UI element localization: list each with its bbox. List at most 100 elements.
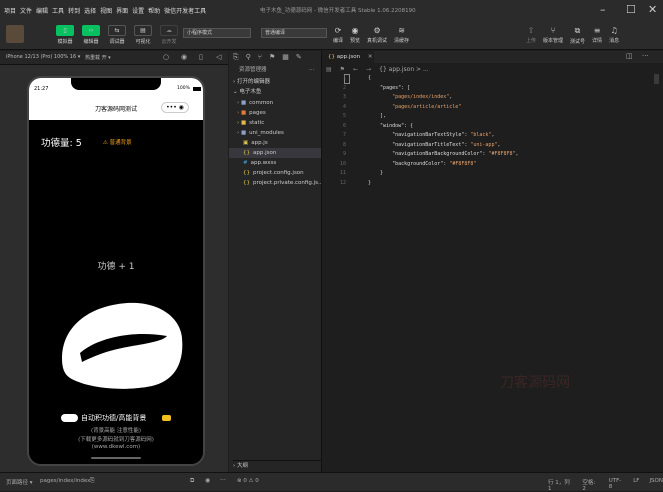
remote-debug-button[interactable]: ⚙ 真机调试 bbox=[367, 26, 387, 44]
editor-toggle[interactable]: ‹› 编辑器 bbox=[82, 25, 100, 45]
file-icon: {} bbox=[243, 150, 250, 156]
scrollbar[interactable] bbox=[654, 74, 659, 84]
visual-toggle[interactable]: ▤ 可视化 bbox=[134, 25, 152, 45]
upload-button[interactable]: ⇧ 上传 bbox=[526, 26, 536, 45]
debug-icon[interactable]: ⚑ bbox=[269, 53, 275, 61]
back-icon[interactable]: ← bbox=[353, 66, 358, 73]
tree-item-label: app.json bbox=[253, 150, 277, 156]
extensions-icon[interactable]: ▦ bbox=[282, 53, 289, 61]
status-item[interactable]: 行 1，列 1 bbox=[548, 478, 572, 492]
status-item[interactable]: JSON bbox=[649, 478, 663, 492]
page-path: pages/index/index bbox=[40, 478, 91, 484]
maximize-icon[interactable]: ☐ bbox=[626, 3, 636, 16]
tree-item[interactable]: › ■ uni_modules bbox=[229, 128, 321, 138]
minimize-icon[interactable]: – bbox=[600, 3, 606, 16]
menu-item[interactable]: 设置 bbox=[132, 6, 144, 15]
menu-item[interactable]: 选择 bbox=[84, 6, 96, 15]
tree-item[interactable]: {} project.config.json bbox=[229, 168, 321, 178]
version-button[interactable]: ⑂ 版本管理 bbox=[543, 26, 563, 45]
section-outline[interactable]: › 大纲 bbox=[233, 460, 321, 470]
wooden-fish-icon[interactable] bbox=[52, 298, 188, 390]
split-editor-icon[interactable]: ◫ bbox=[626, 52, 633, 60]
menu-item[interactable]: 文件 bbox=[20, 6, 32, 15]
search-icon[interactable]: ⚲ bbox=[246, 53, 251, 61]
line-number: 2 bbox=[342, 84, 346, 91]
code-line: 5 ], bbox=[322, 112, 663, 122]
menu-item[interactable]: 帮助 bbox=[148, 6, 160, 15]
files-icon[interactable]: ⎘ bbox=[233, 53, 239, 61]
code-view[interactable]: 1{2 "pages": [3 "pages/index/index", 4 "p… bbox=[322, 74, 663, 188]
compile-button[interactable]: ⟳ 编译 bbox=[333, 26, 343, 44]
layers-icon: ≋ bbox=[398, 26, 405, 35]
details-button[interactable]: ≡ 详情 bbox=[592, 26, 602, 45]
record-icon[interactable]: ◉ bbox=[181, 53, 187, 61]
page-path-label[interactable]: 页面路径 ▾ bbox=[6, 478, 33, 486]
tree-item[interactable]: # app.wxss bbox=[229, 158, 321, 168]
simulator-toggle[interactable]: ▯ 模拟器 bbox=[56, 25, 74, 45]
tab-close-icon[interactable]: ✕ bbox=[368, 54, 373, 60]
problems-count[interactable]: ⊗ 0 ⚠ 0 bbox=[237, 478, 259, 484]
tree-item-label: static bbox=[249, 120, 265, 126]
close-icon[interactable]: ✕ bbox=[648, 3, 657, 16]
menu-item[interactable]: 转到 bbox=[68, 6, 80, 15]
tab-app-json[interactable]: {} app.json ✕ bbox=[322, 51, 374, 63]
tree-item[interactable]: › ■ pages bbox=[229, 108, 321, 118]
auto-merit-toggle[interactable] bbox=[61, 414, 78, 422]
more-icon[interactable]: ··· bbox=[309, 65, 314, 75]
rotate-icon[interactable]: ○ bbox=[163, 53, 169, 61]
source-control-icon[interactable]: ⑂ bbox=[258, 53, 262, 61]
line-text: "navigationBarTextStyle": "black", bbox=[392, 132, 495, 138]
mode-select[interactable]: 小程序模式 bbox=[183, 28, 251, 38]
line-number: 7 bbox=[342, 132, 346, 138]
breadcrumb[interactable]: {} app.json > ... bbox=[379, 66, 429, 73]
cloud-toggle[interactable]: ☁ 云开发 bbox=[160, 25, 178, 45]
menu-item[interactable]: 工具 bbox=[52, 6, 64, 15]
avatar[interactable] bbox=[6, 25, 24, 43]
tree-item[interactable]: {} project.private.config.js... bbox=[229, 178, 324, 188]
menu-item[interactable]: 视图 bbox=[100, 6, 112, 15]
forward-icon[interactable]: → bbox=[366, 66, 371, 73]
device-select[interactable]: iPhone 12/13 (Pro) 100% 16 ▾ bbox=[6, 54, 80, 60]
debugger-toggle[interactable]: ⇆ 调试器 bbox=[108, 25, 126, 45]
clear-cache-button[interactable]: ≋ 清缓存 bbox=[394, 26, 409, 44]
menu-item[interactable]: 编辑 bbox=[36, 6, 48, 15]
hotreload-select[interactable]: 热重载 开 ▾ bbox=[85, 54, 111, 61]
test-account-button[interactable]: ⧉ 测试号 bbox=[570, 26, 585, 45]
more-icon[interactable]: ··· bbox=[220, 477, 226, 484]
status-item[interactable]: UTF-8 bbox=[609, 478, 623, 492]
outline-icon[interactable]: ▤ bbox=[326, 66, 332, 73]
tree-item[interactable]: {} app.json bbox=[229, 148, 321, 158]
menu-item[interactable]: 界面 bbox=[116, 6, 128, 15]
tree-item[interactable]: ▣ app.js bbox=[229, 138, 321, 148]
plugin-icon[interactable]: ✎ bbox=[296, 53, 302, 61]
preview-icon[interactable]: ⧉ bbox=[190, 477, 194, 485]
status-item[interactable]: 空格: 2 bbox=[582, 478, 598, 492]
tree-item-label: project.private.config.js... bbox=[253, 180, 324, 186]
editor-more-icon[interactable]: ··· bbox=[642, 52, 649, 60]
background-mode-badge[interactable]: ⚠ 普通背景 bbox=[103, 138, 132, 146]
status-right: 行 1，列 1 空格: 2 UTF-8 LF JSON bbox=[548, 478, 663, 492]
compile-select[interactable]: 普通编译 bbox=[261, 28, 327, 38]
line-text: } bbox=[368, 170, 384, 176]
json-file-icon: {} bbox=[328, 54, 335, 60]
folder-icon: › ■ bbox=[237, 130, 247, 136]
section-open-editors[interactable]: › 打开的编辑器 bbox=[233, 77, 270, 87]
hint-performance: (背景高能 注意性能) bbox=[90, 428, 142, 434]
section-project[interactable]: ⌄ 电子木鱼 bbox=[233, 87, 261, 97]
line-number: 3 bbox=[342, 94, 346, 100]
eye-icon[interactable]: ◉ bbox=[205, 477, 210, 484]
copy-icon[interactable]: ⎘ bbox=[90, 477, 95, 485]
menu-item[interactable]: 微信开发者工具 bbox=[164, 6, 206, 15]
bookmark-icon[interactable]: ⚑ bbox=[340, 66, 345, 73]
phone-icon[interactable]: ▯ bbox=[199, 53, 203, 61]
tree-item-label: app.wxss bbox=[250, 160, 277, 166]
messages-button[interactable]: ♫ 消息 bbox=[609, 26, 619, 45]
tree-item[interactable]: › ■ static bbox=[229, 118, 321, 128]
cloud-icon: ☁ bbox=[160, 25, 178, 36]
capsule-button[interactable]: ••• ◉ bbox=[161, 102, 189, 113]
sound-icon[interactable]: ◁ bbox=[216, 53, 221, 61]
preview-button[interactable]: ◉ 预览 bbox=[350, 26, 360, 44]
status-item[interactable]: LF bbox=[633, 478, 639, 492]
menu-item[interactable]: 项目 bbox=[4, 6, 16, 15]
tree-item[interactable]: › ■ common bbox=[229, 98, 321, 108]
